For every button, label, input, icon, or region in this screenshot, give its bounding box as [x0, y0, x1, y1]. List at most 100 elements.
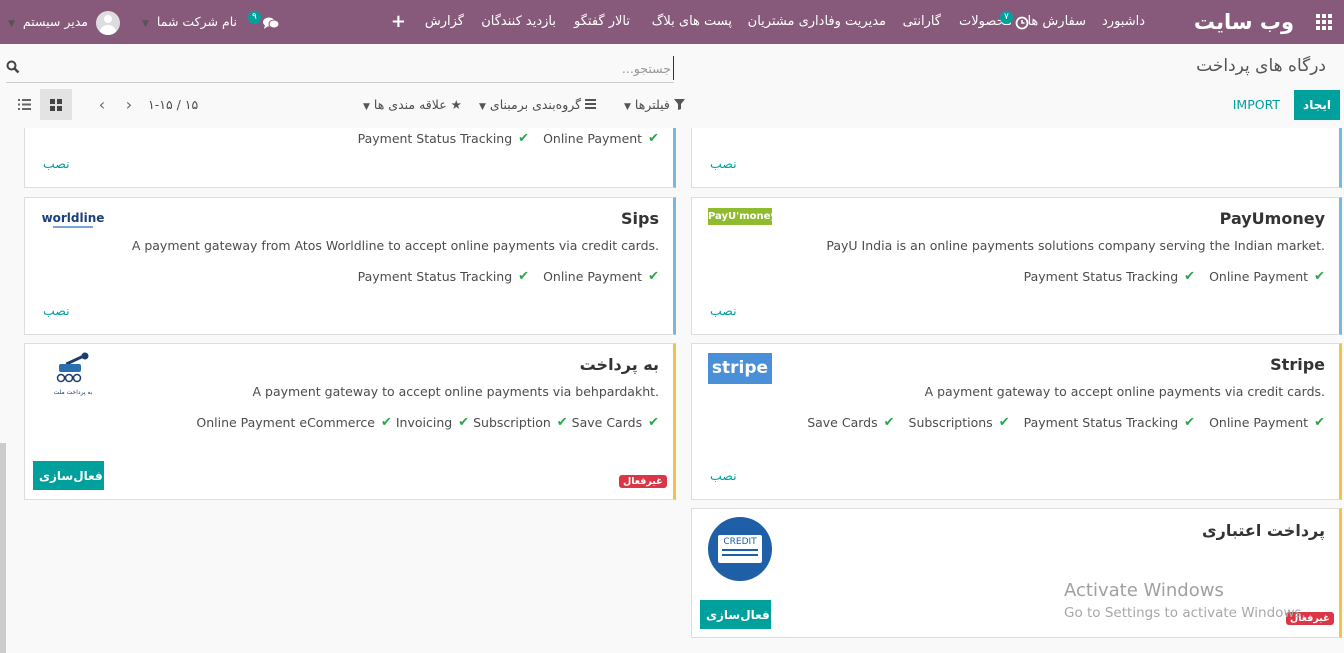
behpardakht-logo: به پرداخت ملت — [51, 352, 95, 396]
card-description: PayU India is an online payments solutio… — [826, 238, 1325, 253]
watermark-subtitle: Go to Settings to activate Windows. — [1064, 605, 1306, 621]
card-title: به پرداخت — [579, 355, 659, 374]
search-bar — [6, 56, 674, 83]
menu-reporting[interactable]: گزارش — [425, 0, 464, 44]
search-icon[interactable] — [6, 60, 20, 74]
feature-item: ✔ Payment Status Tracking — [357, 131, 530, 146]
menu-orders[interactable]: سفارش ها — [1027, 0, 1086, 44]
brand-logo[interactable]: وب سایت — [1194, 0, 1294, 44]
feature-item: ✔ Subscriptions — [908, 415, 1010, 430]
groupby-dropdown[interactable]: ▼ گروه‌بندی برمبنای — [479, 90, 597, 120]
caret-down-icon: ▼ — [363, 102, 370, 112]
messages-button[interactable]: ۹ — [248, 0, 284, 44]
chat-icon — [262, 17, 280, 29]
card-title: پرداخت اعتباری — [1201, 521, 1325, 540]
module-card-sips[interactable]: worldline Sips A payment gateway from At… — [24, 197, 676, 335]
list-view-button[interactable] — [12, 89, 36, 120]
module-card-partial-left[interactable]: ✔ Online Payment ✔ Payment Status Tracking… — [24, 128, 676, 188]
module-card-stripe[interactable]: stripe Stripe A payment gateway to accep… — [691, 343, 1342, 500]
stripe-logo: stripe — [708, 353, 772, 384]
top-navbar: وب سایت داشبورد سفارش ها محصولات گارانتی… — [0, 0, 1344, 44]
check-icon: ✔ — [648, 131, 659, 146]
menu-warranty[interactable]: گارانتی — [903, 0, 941, 44]
pager-previous-icon[interactable]: ‹ — [90, 90, 114, 120]
filters-label: فیلترها — [634, 97, 670, 112]
apps-grid-icon[interactable] — [1316, 14, 1332, 30]
payumoney-logo: PayU'money — [708, 208, 777, 225]
menu-blog-posts[interactable]: پست های بلاگ — [652, 0, 732, 44]
groupby-label: گروه‌بندی برمبنای — [489, 97, 582, 112]
scrollbar-track[interactable] — [0, 443, 6, 653]
module-card-behpardakht[interactable]: به پرداخت ملت به پرداخت A payment gatewa… — [24, 343, 676, 500]
behpardakht-logo-mark — [56, 352, 89, 383]
module-card-payumoney[interactable]: PayU'money PayUmoney PayU India is an on… — [691, 197, 1342, 335]
company-name: نام شرکت شما — [156, 14, 237, 29]
check-icon: ✔ — [518, 269, 530, 284]
feature-item: ✔ Invoicing — [395, 415, 470, 430]
windows-activation-watermark: Activate Windows Go to Settings to activ… — [1064, 580, 1306, 621]
search-input[interactable] — [34, 56, 674, 80]
install-link[interactable]: نصب — [43, 156, 70, 171]
card-description: A payment gateway to accept online payme… — [924, 384, 1325, 399]
card-features: ✔ Save Cards ✔ Subscription ✔ Invoicing ✔ eC… — [192, 415, 659, 430]
favorites-label: علاقه مندی ها — [373, 97, 447, 112]
list-view-icon — [17, 99, 31, 110]
caret-down-icon: ▼ — [142, 19, 149, 29]
create-button[interactable]: ایجاد — [1294, 90, 1340, 120]
favorites-dropdown[interactable]: ▼ علاقه مندی ها ★ — [363, 90, 462, 120]
menu-forum[interactable]: تالار گفتگو — [574, 0, 630, 44]
activate-button[interactable]: فعال‌سازی — [33, 461, 104, 490]
list-bars-icon — [585, 99, 597, 109]
check-icon: ✔ — [1314, 415, 1325, 430]
card-description: A payment gateway to accept online payme… — [252, 384, 659, 399]
module-card-partial-right[interactable]: نصب — [691, 128, 1342, 188]
feature-item: ✔ Save Cards — [807, 415, 895, 430]
worldline-logo: worldline — [41, 212, 105, 230]
install-link[interactable]: نصب — [710, 156, 737, 171]
check-icon: ✔ — [648, 269, 659, 284]
card-features: ✔ Online Payment ✔ Payment Status Tracking… — [797, 415, 1325, 430]
install-link[interactable]: نصب — [710, 303, 737, 318]
credit-card-logo: CREDIT — [708, 517, 772, 581]
check-icon: ✔ — [458, 415, 470, 430]
status-badge: غیرفعال — [619, 475, 667, 488]
feature-item: ✔ Online Payment — [1209, 269, 1325, 284]
watermark-title: Activate Windows — [1064, 580, 1224, 601]
install-link[interactable]: نصب — [43, 303, 70, 318]
install-link[interactable]: نصب — [710, 468, 737, 483]
feature-item: ✔ Subscription — [473, 415, 568, 430]
feature-item: ✔ eCommerce — [299, 415, 392, 430]
user-menu[interactable]: ▼ مدیر سیستم — [8, 0, 120, 44]
check-icon: ✔ — [518, 131, 530, 146]
feature-item: ✔ Payment Status Tracking — [1023, 415, 1196, 430]
import-button[interactable]: IMPORT — [1227, 90, 1286, 120]
user-name: مدیر سیستم — [22, 14, 89, 29]
feature-item: ✔ Online Payment — [543, 131, 659, 146]
card-features: ✔ Online Payment ✔ Payment Status Tracking — [348, 269, 659, 284]
clock-icon — [1015, 16, 1029, 29]
activity-button[interactable]: ۷ — [1000, 0, 1036, 44]
feature-item: ✔ Payment Status Tracking — [357, 269, 530, 284]
filters-dropdown[interactable]: ▼ فیلترها — [624, 90, 685, 120]
menu-loyalty[interactable]: مدیریت وفاداری مشتریان — [748, 0, 886, 44]
card-title: Sips — [621, 209, 659, 228]
company-switcher[interactable]: ▼ نام شرکت شما — [142, 0, 237, 44]
feature-item: Online Payment — [196, 415, 296, 430]
card-title: PayUmoney — [1219, 209, 1325, 228]
menu-visitors[interactable]: بازدید کنندگان — [481, 0, 556, 44]
check-icon: ✔ — [883, 415, 895, 430]
check-icon: ✔ — [1184, 269, 1196, 284]
menu-dashboard[interactable]: داشبورد — [1102, 0, 1145, 44]
pager-next-icon[interactable]: › — [117, 90, 141, 120]
check-icon: ✔ — [998, 415, 1010, 430]
avatar — [96, 10, 120, 35]
caret-down-icon: ▼ — [479, 102, 486, 112]
activate-button[interactable]: فعال‌سازی — [700, 600, 771, 629]
caret-down-icon: ▼ — [8, 19, 15, 29]
activity-count-badge: ۷ — [1000, 11, 1013, 24]
check-icon: ✔ — [1184, 415, 1196, 430]
pager-value[interactable]: ۱-۱۵ / ۱۵ — [148, 90, 198, 120]
kanban-view-button[interactable] — [40, 89, 72, 120]
feature-item: ✔ Online Payment — [1209, 415, 1325, 430]
quick-create-plus-icon[interactable]: + — [391, 0, 406, 44]
